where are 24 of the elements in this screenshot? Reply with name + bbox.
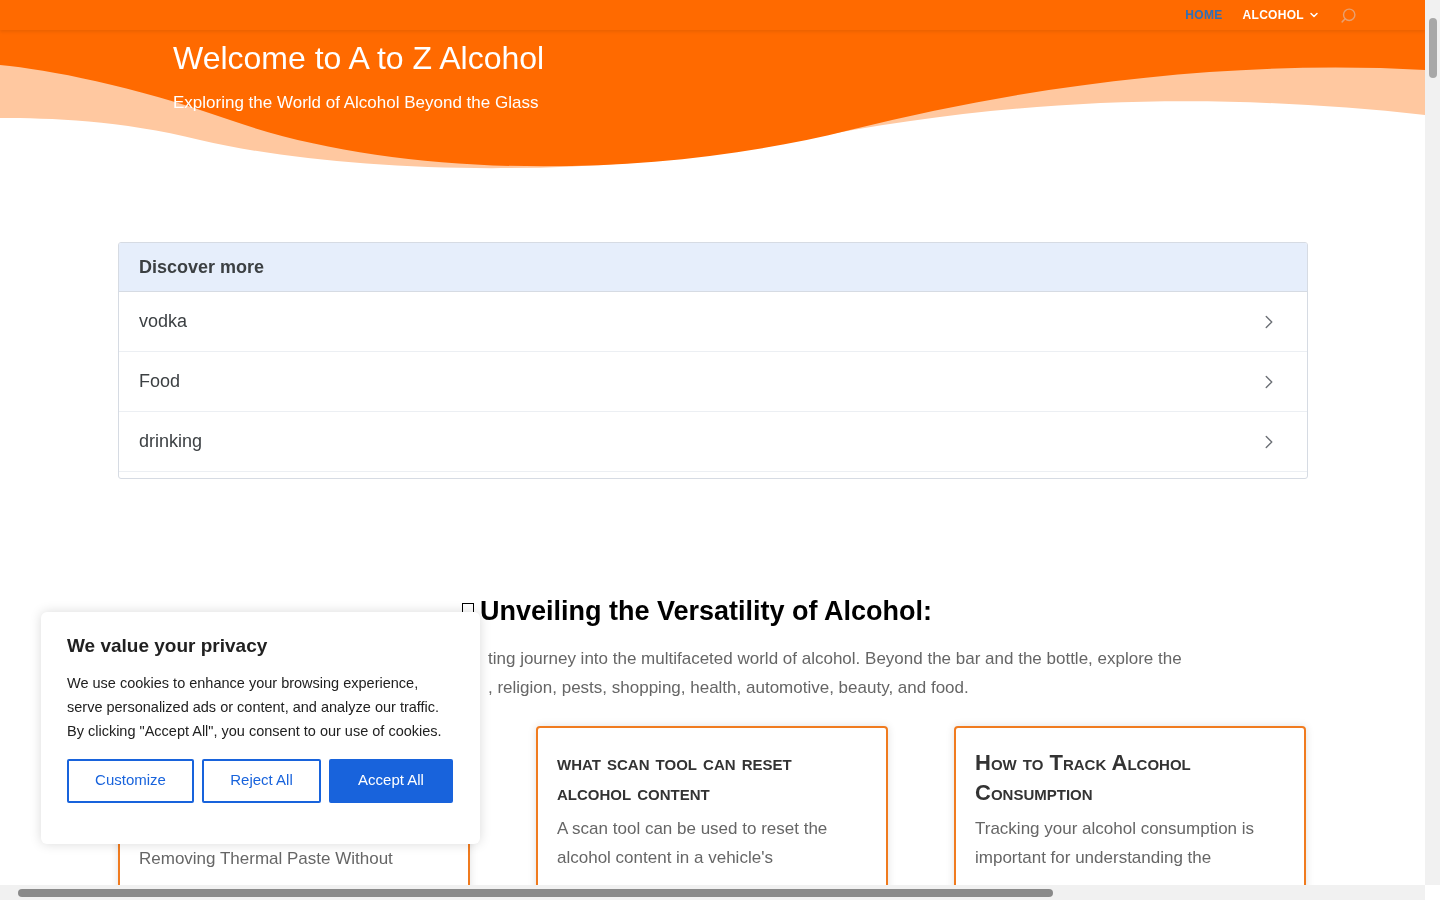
hero-subtitle: Exploring the World of Alcohol Beyond the Glass <box>173 92 539 114</box>
card-title: How to Track Alcohol Consumption <box>975 748 1192 807</box>
discover-item[interactable]: Food <box>119 352 1307 412</box>
card-text: A scan tool can be used to reset the alcohol content in a vehicle's <box>557 817 829 869</box>
cookie-button[interactable]: Customize <box>67 758 194 803</box>
card-title: what scan tool can reset alcohol content <box>557 748 793 807</box>
discover-item[interactable]: drinking <box>119 412 1307 472</box>
section-heading: Unveiling the Versatility of Alcohol: <box>480 595 933 628</box>
panel-title: Discover more <box>139 255 265 279</box>
cookie-button[interactable]: Reject All <box>202 758 321 803</box>
search-icon[interactable] <box>1340 6 1357 24</box>
article-card[interactable]: How to Track Alcohol Consumption Tracking your alcohol consumption is important for understanding the <box>954 725 1306 885</box>
horizontal-scrollbar[interactable] <box>0 885 1425 900</box>
card-text: Removing Thermal Paste Without <box>139 847 394 870</box>
hero-title: Welcome to A to Z Alcohol <box>173 39 545 78</box>
cookie-button[interactable]: Accept All <box>329 758 453 803</box>
card-text: Tracking your alcohol consumption is important for understanding the <box>975 817 1256 869</box>
dialog-title: We value your privacy <box>67 634 269 658</box>
vertical-scrollbar[interactable] <box>1425 0 1440 885</box>
article-card[interactable]: what scan tool can reset alcohol content A scan tool can be used to reset the alcohol content in a vehicle's <box>536 725 888 885</box>
intro-text: , religion, pests, shopping, health, automotive, beauty, and food. <box>488 676 970 699</box>
dialog-text: We use cookies to enhance your browsing experience, serve personalized ads or content, and analyze our traffic. By clicking "Accept All", you consent to our use of cookies. <box>67 673 443 741</box>
discover-item[interactable]: vodka <box>119 292 1307 352</box>
intro-text: ting journey into the multifaceted world of alcohol. Beyond the bar and the bottle, explore the <box>488 647 1182 670</box>
